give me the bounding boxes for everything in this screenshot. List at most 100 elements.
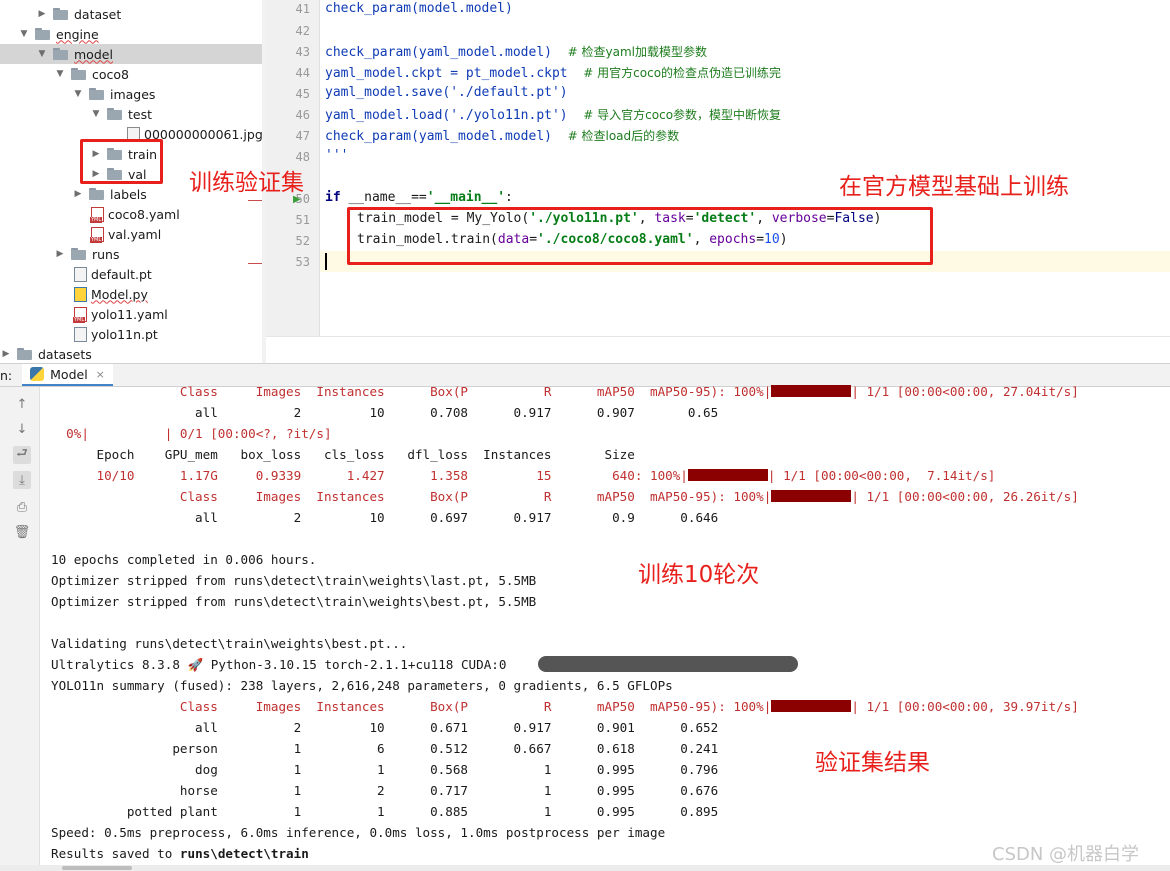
tree-item-engine[interactable]: ▼ engine [18,24,99,44]
scrollbar-thumb[interactable] [62,866,132,870]
line-number: 46 [295,108,310,122]
chevron-down-icon[interactable]: ▼ [90,109,102,119]
arrow-down-icon[interactable]: ↓ [13,420,31,438]
console-line: Class Images Instances Box(P R mAP50 mAP… [51,384,1079,399]
progress-bar [687,469,768,481]
console-line: person 1 6 0.512 0.667 0.618 0.241 [51,741,719,756]
tree-item-images[interactable]: ▼ images [72,84,156,104]
console-line: Speed: 0.5ms preprocess, 6.0ms inference… [51,825,666,840]
results-path-link[interactable]: runs\detect\train [180,846,309,861]
tree-item-runs[interactable]: ▶ runs [54,244,120,264]
code-line-45: yaml_model.save('./default.pt') [325,85,568,100]
chevron-down-icon[interactable]: ▼ [36,49,48,59]
chevron-right-icon[interactable]: ▶ [54,249,66,259]
console-line: 0%| | 0/1 [00:00<?, ?it/s] [51,426,332,441]
line-number: 51 [295,213,310,227]
console-text: | 1/1 [00:00<00:00, 39.97it/s] [851,699,1079,714]
tree-item-label: model [74,46,113,62]
line-number: 43 [295,45,310,59]
console-line: all 2 10 0.708 0.917 0.907 0.65 [51,405,719,420]
chevron-right-icon[interactable]: ▶ [36,9,48,19]
code-line-41: check_param(model.model) [325,1,513,16]
run-label: n: [0,367,13,383]
run-side-toolbar: ↑ ↓ ⮐ ⤓ ⎙ 🗑 [0,387,40,871]
chevron-down-icon[interactable]: ▼ [18,29,30,39]
tree-item-model-py[interactable]: Model.py [74,284,148,304]
line-number: 42 [295,24,310,38]
console-line: YOLO11n summary (fused): 238 layers, 2,6… [51,678,673,693]
code-text: yaml_model.ckpt = pt_model.ckpt [325,66,568,81]
pt-file-icon [74,326,87,342]
tree-item-datasets[interactable]: ▶ datasets [0,344,92,363]
yaml-file-icon [73,306,87,323]
tree-item-yolo11n-pt[interactable]: yolo11n.pt [74,324,158,344]
code-text: yaml_model.load('./yolo11n.pt') [325,108,568,123]
tree-item-default-pt[interactable]: default.pt [74,264,152,284]
code-line-48: ''' [325,148,349,163]
tree-item-label: yolo11.yaml [91,306,168,322]
code-text: : [505,190,513,205]
annotation-val-result: 验证集结果 [815,750,930,776]
console-line: all 2 10 0.671 0.917 0.901 0.652 [51,720,719,735]
tree-item-dataset[interactable]: ▶ dataset [36,4,122,24]
tree-item-coco8-yaml[interactable]: coco8.yaml [90,204,180,224]
tree-item-labels[interactable]: ▶ labels [72,184,147,204]
tree-item-label: images [110,86,156,102]
code-text: check_param(yaml_model.model) [325,129,552,144]
console-line: 10/10 1.17G 0.9339 1.427 1.358 15 640: 1… [51,468,995,483]
progress-bar [771,700,852,712]
tree-item-label: engine [56,26,99,42]
progress-bar [771,385,852,397]
console-line: Epoch GPU_mem box_loss cls_loss dfl_loss… [51,447,635,462]
annotation-official-model: 在官方模型基础上训练 [839,174,1069,200]
console-line: Optimizer stripped from runs\detect\trai… [51,594,537,609]
tree-item-coco8[interactable]: ▼ coco8 [54,64,129,84]
tab-model-run[interactable]: Model × [22,364,113,386]
soft-wrap-icon[interactable]: ⮐ [13,446,31,464]
line-number: 52 [295,234,310,248]
code-line-44: yaml_model.ckpt = pt_model.ckpt # 用官方coc… [325,64,781,81]
tree-item-label: val.yaml [108,226,162,242]
tree-item-label: coco8 [92,66,129,82]
annotation-epochs: 训练10轮次 [638,562,760,588]
chevron-right-icon[interactable]: ▶ [72,189,84,199]
chevron-right-icon[interactable]: ▶ [0,349,12,359]
folder-icon [71,248,87,260]
code-comment: # 用官方coco的检查点伪造已训练完 [583,66,782,80]
chevron-down-icon[interactable]: ▼ [54,69,66,79]
annotation-train-val: 训练验证集 [189,170,304,196]
console-text: | 1/1 [00:00<00:00, 26.26it/s] [851,489,1079,504]
code-text: == [411,190,427,205]
code-line-47: check_param(yaml_model.model) # 检查load后的… [325,127,679,144]
watermark: CSDN @机器白学 [992,844,1140,865]
tree-item-yolo11-yaml[interactable]: yolo11.yaml [73,304,168,324]
tree-item-test[interactable]: ▼ test [90,104,152,124]
folder-icon [107,108,123,120]
console-line: potted plant 1 1 0.885 1 0.995 0.895 [51,804,719,819]
trash-icon[interactable]: 🗑 [13,523,31,541]
print-icon[interactable]: ⎙ [13,498,31,516]
folder-icon [89,188,105,200]
yaml-file-icon [90,226,104,243]
folder-icon [53,8,69,20]
tree-item-val-yaml[interactable]: val.yaml [90,224,162,244]
console-line: Results saved to runs\detect\train [51,846,309,861]
console-text: | 1/1 [00:00<00:00, 7.14it/s] [767,468,996,483]
scroll-to-end-icon[interactable]: ⤓ [13,471,31,489]
python-file-icon [74,286,87,302]
annotation-box-train-code [347,207,933,265]
code-comment: # 检查yaml加载模型参数 [567,45,707,59]
redacted-gpu-info [538,656,798,672]
tree-item-label: coco8.yaml [108,206,180,222]
close-icon[interactable]: × [96,368,105,381]
console-text: | 1/1 [00:00<00:00, 27.04it/s] [851,384,1079,399]
change-marker [248,263,262,264]
chevron-down-icon[interactable]: ▼ [72,89,84,99]
arrow-up-icon[interactable]: ↑ [13,395,31,413]
code-keyword: if [325,190,341,205]
code-line-50: if __name__=='__main__': [325,190,513,205]
console-line: Optimizer stripped from runs\detect\trai… [51,573,537,588]
console-line: Validating runs\detect\train\weights\bes… [51,636,408,651]
console-text: Class Images Instances Box(P R mAP50 mAP… [51,489,772,504]
tree-item-model[interactable]: ▼ model [0,44,262,64]
